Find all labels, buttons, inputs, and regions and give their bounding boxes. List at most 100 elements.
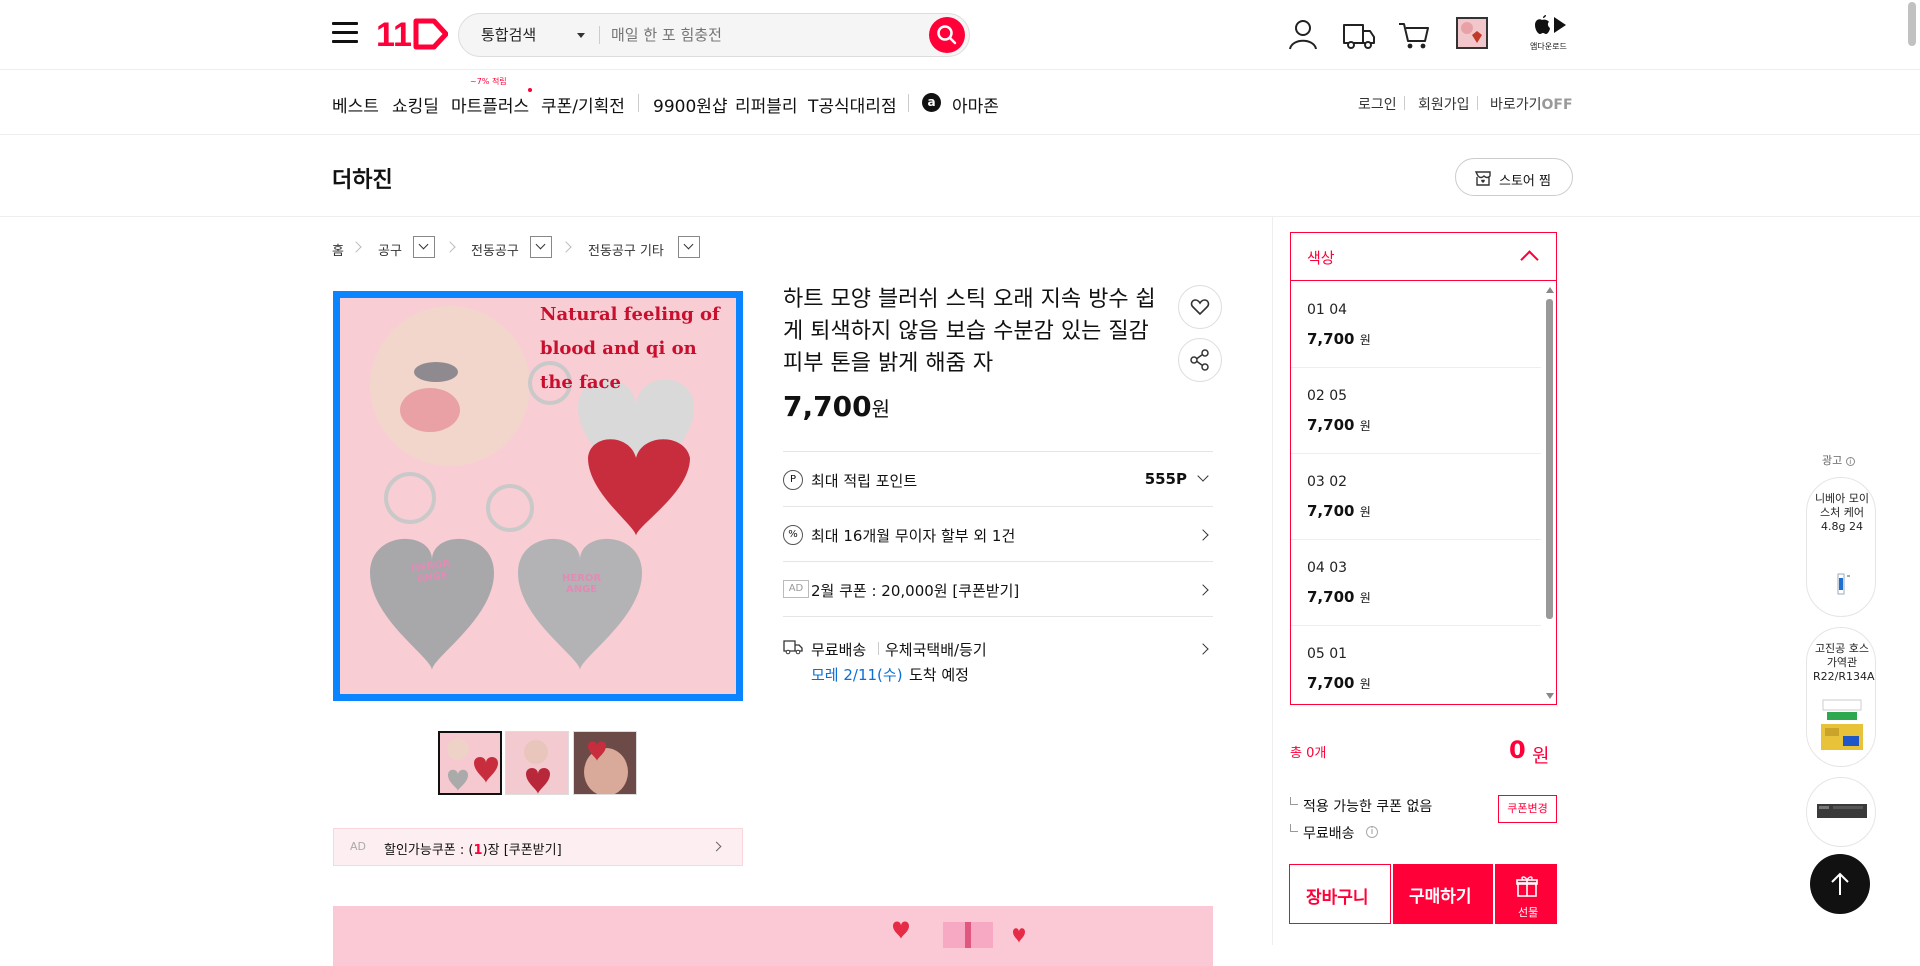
page-scrollbar[interactable]	[1908, 2, 1916, 46]
scroll-up-arrow-icon[interactable]	[1546, 287, 1554, 293]
11st-logo[interactable]: 11	[376, 16, 448, 52]
option-price-value: 7,700	[1307, 588, 1355, 606]
option-item[interactable]: 01 04 7,700 원	[1291, 282, 1541, 368]
ad-card[interactable]: 고진공 호스 가역관 R22/R134A	[1806, 627, 1876, 767]
price-currency: 원	[871, 397, 890, 421]
breadcrumb-cat3[interactable]: 전동공구 기타	[588, 240, 664, 259]
app-store-icon[interactable]	[1530, 14, 1572, 36]
indent-mark	[1290, 797, 1298, 805]
installment-row[interactable]: % 최대 16개월 무이자 할부 외 1건	[783, 506, 1213, 561]
image-caption-line: blood and qi on	[540, 338, 697, 359]
breadcrumb-cat3-dropdown[interactable]	[678, 236, 700, 258]
option-name: 02 05	[1307, 388, 1348, 404]
option-price: 7,700 원	[1307, 502, 1371, 520]
option-item[interactable]: 05 01 7,700 원	[1291, 626, 1541, 712]
menu-icon[interactable]	[332, 22, 358, 44]
thumbnail-image	[574, 732, 636, 794]
nav-mart-plus[interactable]: 마트플러스	[451, 92, 529, 117]
option-price-value: 7,700	[1307, 330, 1355, 348]
ad-badge: AD	[350, 840, 366, 853]
thumbnail-image	[506, 732, 568, 794]
breadcrumb-cat1-dropdown[interactable]	[413, 236, 435, 258]
shortcut-state: OFF	[1541, 97, 1573, 113]
store-bookmark-button[interactable]: 스토어 찜	[1455, 158, 1573, 196]
info-icon[interactable]: i	[1366, 826, 1378, 838]
nav-t-agency[interactable]: T공식대리점	[808, 92, 897, 117]
scroll-thumb[interactable]	[1546, 299, 1553, 619]
add-to-cart-button[interactable]: 장바구니	[1289, 864, 1391, 924]
image-caption: Natural feeling of blood and qi on the f…	[540, 298, 720, 400]
gift-hearts-icon	[893, 921, 1025, 948]
ad-card[interactable]: 니베아 모이스처 케어 4.8g 24	[1806, 477, 1876, 617]
ad-card[interactable]	[1806, 777, 1876, 847]
option-item[interactable]: 02 05 7,700 원	[1291, 368, 1541, 454]
svg-text:11: 11	[376, 16, 412, 52]
search-input[interactable]	[611, 14, 901, 56]
shortcut-toggle[interactable]: 바로가기OFF	[1490, 94, 1573, 114]
store-name[interactable]: 더하진	[332, 162, 393, 194]
breadcrumb-home[interactable]: 홈	[332, 240, 344, 259]
cart-icon[interactable]	[1397, 16, 1431, 52]
signup-link[interactable]: 회원가입	[1418, 94, 1470, 114]
product-thumbnail[interactable]	[438, 731, 502, 795]
recent-item-thumbnail[interactable]	[1456, 17, 1488, 49]
truck-icon	[783, 640, 803, 655]
option-scrollbar[interactable]	[1543, 283, 1555, 703]
coupon-change-button[interactable]: 쿠폰변경	[1498, 795, 1557, 823]
discount-coupon-bar[interactable]: AD 할인가능쿠폰 : (1)장 [쿠폰받기]	[333, 828, 743, 866]
store-bar: 더하진 스토어 찜	[0, 135, 1920, 217]
nav-coupon[interactable]: 쿠폰/기획전	[541, 92, 625, 117]
scroll-to-top-button[interactable]	[1810, 854, 1870, 914]
option-item[interactable]: 04 03 7,700 원	[1291, 540, 1541, 626]
search-box: 통합검색	[458, 13, 970, 57]
option-header[interactable]: 색상	[1291, 233, 1556, 281]
chevron-right-icon	[444, 241, 456, 253]
wishlist-button[interactable]	[1178, 285, 1222, 329]
shipping-method: 우체국택배/등기	[885, 641, 987, 659]
gift-button[interactable]: 선물	[1495, 864, 1557, 924]
chevron-right-icon	[1197, 643, 1209, 655]
option-item[interactable]: 03 02 7,700 원	[1291, 454, 1541, 540]
user-icon[interactable]	[1286, 16, 1320, 52]
nav-9900-shop[interactable]: 9900원샵	[653, 92, 728, 117]
total-count: 총 0개	[1290, 746, 1327, 761]
chevron-down-icon[interactable]	[577, 33, 585, 38]
login-link[interactable]: 로그인	[1358, 94, 1397, 114]
search-scope-select[interactable]: 통합검색	[481, 14, 536, 56]
search-button[interactable]	[929, 17, 965, 53]
ad-product-image	[1837, 573, 1850, 595]
breadcrumb-cat2-dropdown[interactable]	[530, 236, 552, 258]
breadcrumb-cat1[interactable]: 공구	[378, 240, 402, 259]
share-button[interactable]	[1178, 338, 1222, 382]
discount-coupon-count: 1	[473, 843, 483, 858]
delivery-truck-icon[interactable]	[1341, 16, 1377, 52]
scroll-down-arrow-icon[interactable]	[1546, 693, 1554, 699]
points-row[interactable]: P 최대 적립 포인트 555P	[783, 451, 1213, 506]
option-name: 05 01	[1307, 646, 1348, 662]
nav-refurbly[interactable]: 리퍼블리	[735, 92, 798, 117]
nav-shocking-deal[interactable]: 쇼킹딜	[392, 92, 439, 117]
shipping-row[interactable]: 무료배송 우체국택배/등기 모레 2/11(수) 도착 예정	[783, 616, 1213, 696]
product-thumbnail[interactable]	[573, 731, 637, 795]
promo-banner[interactable]	[333, 906, 1213, 966]
breadcrumb-cat2[interactable]: 전동공구	[471, 240, 519, 259]
info-icon[interactable]: i	[1845, 457, 1855, 466]
option-name: 03 02	[1307, 474, 1348, 490]
divider	[1404, 96, 1405, 110]
coupon-none-text: 적용 가능한 쿠폰 없음	[1303, 799, 1433, 815]
buy-now-button[interactable]: 구매하기	[1393, 864, 1493, 924]
nav-best[interactable]: 베스트	[332, 92, 379, 117]
product-main-image[interactable]: Natural feeling of blood and qi on the f…	[333, 291, 743, 701]
product-thumbnail[interactable]	[505, 731, 569, 795]
coupon-row[interactable]: AD 2월 쿠폰 : 20,000원 [쿠폰받기]	[783, 561, 1213, 616]
amazon-icon[interactable]: a	[922, 93, 941, 112]
search-icon	[937, 25, 957, 45]
chevron-right-icon	[1197, 529, 1209, 541]
ad-label-text: 광고	[1822, 454, 1843, 467]
nav-amazon[interactable]: 아마존	[952, 92, 999, 117]
share-icon	[1190, 349, 1209, 371]
app-download-label[interactable]: 앱다운로드	[1530, 41, 1567, 52]
arrival-date: 모레 2/11(수)	[811, 666, 903, 684]
global-header: 11 통합검색 앱다운로드	[0, 0, 1920, 70]
option-price: 7,700 원	[1307, 330, 1371, 348]
